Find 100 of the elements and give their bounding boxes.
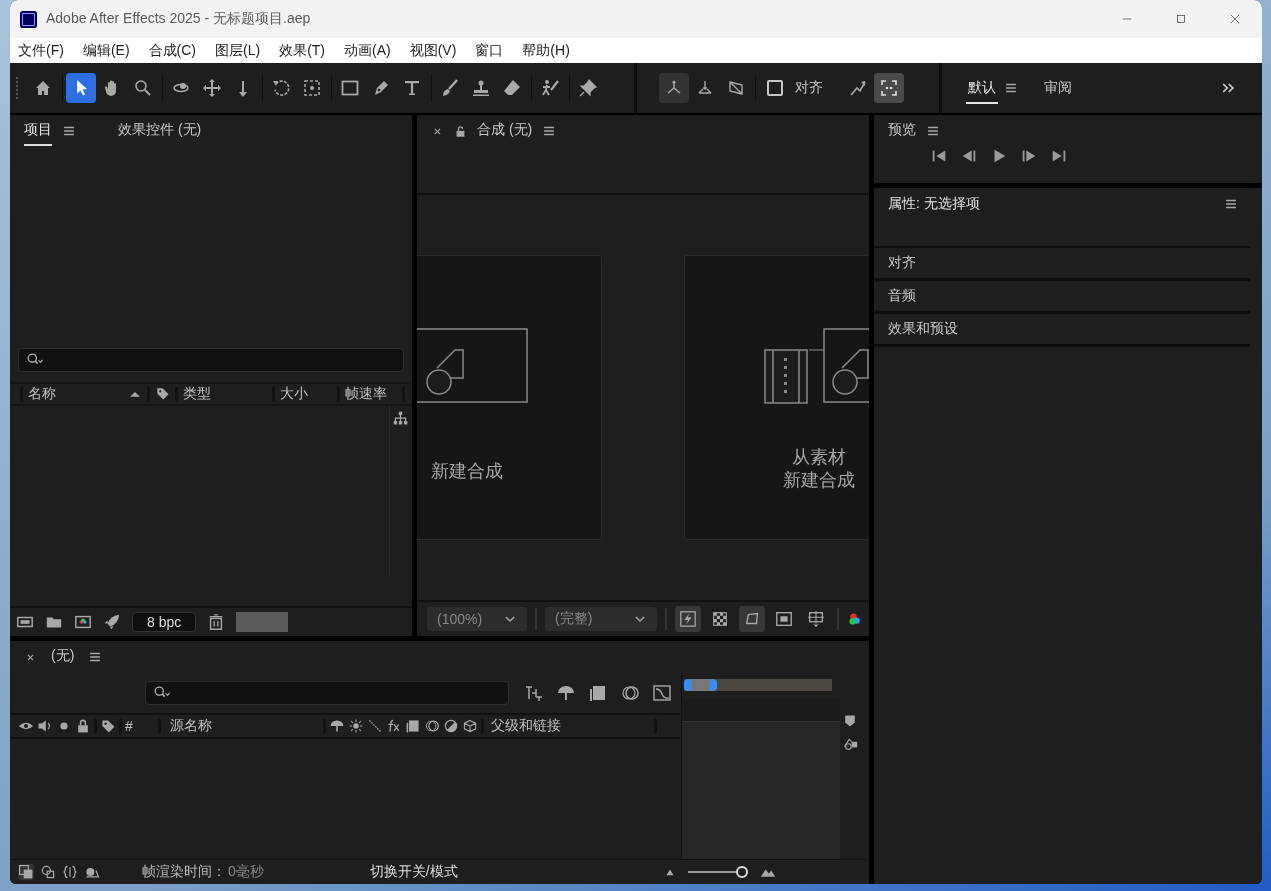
close-icon — [1228, 12, 1242, 26]
arrow-icon — [848, 78, 868, 98]
new-comp-card[interactable]: 新建合成 — [417, 255, 602, 540]
viewer-toggle-button[interactable] — [739, 606, 765, 632]
app-logo-icon — [20, 10, 37, 28]
collapsed-panel-header[interactable]: 音频 — [874, 281, 1250, 314]
toggle-switches-modes[interactable]: 切换开关/模式 — [369, 863, 458, 881]
panel-title: 属性: 无选择项 — [888, 195, 980, 213]
snap-checkbox[interactable] — [767, 80, 783, 96]
search-icon — [133, 78, 153, 98]
umbrella-icon — [556, 683, 576, 703]
menu-icon — [1004, 81, 1018, 95]
panel-tab[interactable]: 项目 — [24, 116, 52, 146]
menu-item[interactable]: 窗口 — [475, 41, 513, 60]
color-swatch[interactable] — [236, 612, 289, 632]
card-label: 从素材 — [792, 446, 846, 469]
pin-icon — [578, 78, 598, 98]
brush-icon — [440, 78, 460, 98]
panel-tab[interactable]: 效果控件 (无) — [118, 116, 202, 146]
speaker-icon — [37, 718, 53, 734]
maximize-icon — [1174, 12, 1188, 26]
collapsed-panel-header[interactable]: 效果和预设 — [874, 314, 1250, 347]
menu-item[interactable]: 动画(A) — [344, 41, 400, 60]
rocket-icon — [103, 613, 121, 631]
snap-options-button[interactable] — [874, 73, 904, 103]
workspace-tab[interactable]: 默认 — [966, 72, 998, 104]
unlock-icon — [454, 124, 467, 138]
checker-icon — [711, 610, 729, 628]
card-label: 新建合成 — [431, 460, 503, 483]
menu-item[interactable]: 图层(L) — [215, 41, 270, 60]
menu-icon — [542, 124, 557, 138]
menu-icon — [926, 124, 940, 138]
menu-item[interactable]: 视图(V) — [409, 41, 466, 60]
column-header[interactable]: 帧速率 — [345, 384, 397, 403]
column-header[interactable]: 源名称 — [164, 717, 320, 735]
axis-mode-button[interactable] — [659, 73, 689, 103]
circles-icon — [424, 718, 440, 734]
menu-item[interactable]: 编辑(E) — [82, 41, 139, 60]
film-icon — [405, 718, 421, 734]
menu-icon — [88, 650, 103, 664]
overlap-icon — [40, 864, 56, 880]
half-circle-icon — [443, 718, 459, 734]
window-title: Adobe After Effects 2025 - 无标题项目.aep — [46, 10, 311, 28]
selection-tool[interactable] — [66, 73, 96, 103]
marker-icon — [842, 713, 858, 729]
menu-icon — [62, 124, 76, 138]
double-chevron-icon — [1220, 80, 1236, 96]
column-header[interactable]: 名称 — [28, 384, 123, 403]
time-navigator[interactable] — [684, 679, 832, 691]
column-header[interactable]: 大小 — [280, 384, 332, 403]
composition-icon — [74, 613, 92, 631]
menu-item[interactable]: 文件(F) — [18, 41, 73, 60]
panel-tab[interactable]: 预览 — [888, 116, 916, 146]
menu-item[interactable]: 效果(T) — [279, 41, 334, 60]
tag-icon — [155, 386, 170, 401]
snap-label: 对齐 — [795, 79, 823, 97]
tag-icon — [100, 718, 116, 734]
shy-layers-icon — [524, 683, 544, 703]
zoom-slider-thumb[interactable] — [735, 866, 748, 878]
focus-frame-icon — [879, 78, 899, 98]
search-field[interactable] — [145, 681, 509, 705]
dashed-line-icon — [367, 718, 383, 734]
flowchart-icon — [392, 409, 409, 427]
color-channels-icon — [847, 611, 863, 627]
lock-icon — [75, 718, 91, 734]
resolution-dropdown[interactable]: (完整) — [545, 607, 657, 631]
collapsed-panel-header[interactable]: 对齐 — [874, 248, 1250, 281]
stamp-icon — [471, 78, 491, 98]
eraser-icon — [502, 78, 522, 98]
cube-icon — [462, 718, 478, 734]
workspace-tab[interactable]: 审阅 — [1042, 72, 1074, 104]
menu-icon — [1224, 197, 1238, 211]
new-comp-from-footage-card[interactable]: 从素材 新建合成 — [684, 255, 869, 540]
menu-item[interactable]: 帮助(H) — [522, 41, 579, 60]
dashed-square-icon — [302, 78, 322, 98]
letter-t-icon — [402, 78, 422, 98]
search-field[interactable] — [18, 347, 404, 372]
fx-icon — [386, 718, 402, 734]
column-header[interactable]: 类型 — [183, 384, 267, 403]
stacked-squares-icon — [18, 864, 34, 880]
panel-tab[interactable]: (无) — [51, 642, 75, 672]
render-time-label: 帧渲染时间： — [142, 863, 226, 881]
card-label: 新建合成 — [783, 469, 855, 492]
menu-item[interactable]: 合成(C) — [148, 41, 205, 60]
braces-icon — [62, 864, 78, 880]
bit-depth-button[interactable]: 8 bpc — [132, 612, 197, 632]
rotate-icon — [271, 78, 291, 98]
umbrella-icon — [329, 718, 345, 734]
roto-icon — [540, 78, 560, 98]
panel-tab[interactable]: 合成 (无) — [477, 116, 533, 146]
rectangle-icon — [340, 78, 360, 98]
column-header[interactable]: 父级和链接 — [487, 717, 651, 735]
four-way-arrow-icon — [202, 78, 222, 98]
render-time-value: 0毫秒 — [228, 863, 264, 881]
column-header[interactable]: # — [125, 718, 155, 734]
viewer-toggle-button[interactable] — [675, 606, 701, 632]
film-icon — [588, 683, 608, 703]
magnification-dropdown[interactable]: (100%) — [427, 607, 527, 631]
sun-icon — [348, 718, 364, 734]
circles-icon — [620, 683, 640, 703]
